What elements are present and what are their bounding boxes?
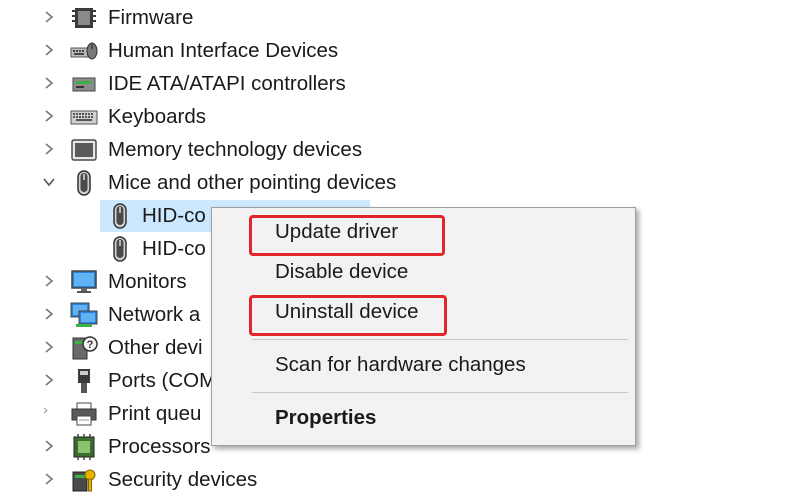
chevron-right-icon[interactable] (42, 438, 56, 454)
tree-item-label: Processors (108, 435, 211, 458)
firmware-icon (70, 5, 98, 31)
chevron-right-icon[interactable] (42, 471, 56, 487)
ide-controller-icon (70, 71, 98, 97)
tree-item-label: IDE ATA/ATAPI controllers (108, 72, 346, 95)
tree-item-label: HID-co (142, 204, 206, 227)
chevron-right-icon[interactable] (42, 273, 56, 289)
tree-item-label: Firmware (108, 6, 194, 29)
menu-item-disable-device[interactable]: Disable device (275, 259, 408, 285)
chevron-right-icon[interactable] (42, 372, 56, 388)
chevron-right-icon[interactable] (42, 306, 56, 322)
svg-text:?: ? (87, 339, 94, 351)
port-icon (70, 368, 98, 394)
tree-item-label: Network a (108, 303, 201, 326)
tree-item-mice-pointing-devices[interactable]: Mice and other pointing devices (0, 167, 800, 199)
chevron-right-icon[interactable] (42, 339, 56, 355)
processor-icon (70, 434, 98, 460)
memory-icon (70, 137, 98, 163)
mouse-icon (106, 203, 134, 229)
network-icon (70, 302, 98, 328)
printer-icon (70, 401, 98, 427)
tree-item-security-devices[interactable]: Security devices (0, 464, 800, 496)
monitor-icon (70, 269, 98, 295)
chevron-right-icon[interactable] (42, 9, 56, 25)
keyboard-icon (70, 104, 98, 130)
menu-separator (252, 339, 628, 340)
tree-item-human-interface-devices[interactable]: Human Interface Devices (0, 35, 800, 67)
menu-item-uninstall-device[interactable]: Uninstall device (275, 299, 419, 325)
tree-item-label: Mice and other pointing devices (108, 171, 397, 194)
tree-item-label: Ports (COM (108, 369, 217, 392)
chevron-right-icon[interactable] (42, 75, 56, 91)
mouse-icon (106, 236, 134, 262)
tree-item-label: Print queu (108, 402, 202, 425)
chevron-right-icon[interactable] (42, 141, 56, 157)
chevron-right-icon[interactable] (42, 405, 56, 421)
tree-item-memory-technology-devices[interactable]: Memory technology devices (0, 134, 800, 166)
tree-item-ide-controllers[interactable]: IDE ATA/ATAPI controllers (0, 68, 800, 100)
menu-separator (252, 392, 628, 393)
other-devices-icon: ? (70, 335, 98, 361)
tree-item-label: Human Interface Devices (108, 39, 339, 62)
tree-item-firmware[interactable]: Firmware (0, 2, 800, 34)
tree-item-keyboards[interactable]: Keyboards (0, 101, 800, 133)
security-icon (70, 467, 98, 493)
tree-item-label: Other devi (108, 336, 203, 359)
context-menu: Update driver Disable device Uninstall d… (211, 207, 636, 446)
chevron-right-icon[interactable] (42, 42, 56, 58)
tree-item-label: Monitors (108, 270, 187, 293)
chevron-right-icon[interactable] (42, 108, 56, 124)
tree-item-label: Memory technology devices (108, 138, 363, 161)
mouse-icon (70, 170, 98, 196)
chevron-down-icon[interactable] (42, 174, 56, 190)
tree-item-label: Keyboards (108, 105, 207, 128)
tree-item-label: Security devices (108, 468, 258, 491)
menu-item-scan-hardware-changes[interactable]: Scan for hardware changes (275, 352, 526, 378)
menu-item-update-driver[interactable]: Update driver (275, 219, 398, 245)
tree-item-label: HID-co (142, 237, 206, 260)
hid-icon (70, 38, 98, 64)
menu-item-properties[interactable]: Properties (275, 405, 376, 431)
